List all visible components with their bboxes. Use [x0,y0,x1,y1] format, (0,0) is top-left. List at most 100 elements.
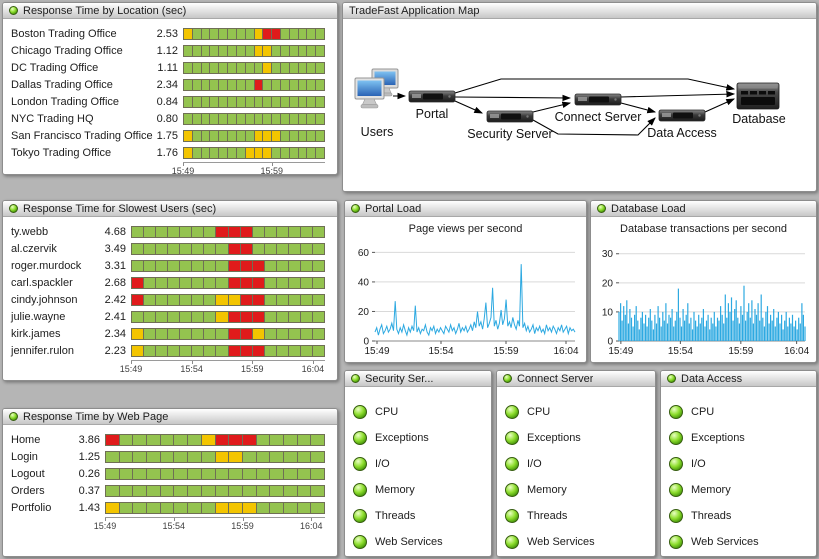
heat-cell [297,451,312,463]
panel-response-time-by-location: Response Time by Location (sec) Boston T… [2,2,338,175]
heat-strip [105,434,325,446]
metric-item-exceptions[interactable]: Exceptions [353,425,483,451]
svg-text:15:59: 15:59 [728,346,753,357]
heat-strip [131,294,325,306]
metric-item-i-o[interactable]: I/O [353,451,483,477]
map-node-label: Database [732,112,786,126]
heat-cell [312,226,325,238]
heat-cell [160,502,175,514]
panel-portal-load: Portal Load Page views per second 020406… [344,200,587,363]
metric-item-web-services[interactable]: Web Services [353,529,483,555]
heat-cell [242,468,257,480]
metric-item-web-services[interactable]: Web Services [669,529,808,555]
metric-row: Orders0.37 [11,482,325,499]
metric-row: cindy.johnson2.42 [11,291,325,308]
metric-item-memory[interactable]: Memory [669,477,808,503]
metric-row: al.czervik 3.49 [11,240,325,257]
svg-text:20: 20 [358,307,370,318]
metric-item-exceptions[interactable]: Exceptions [669,425,808,451]
heat-cell [283,434,298,446]
heat-strip [183,45,325,57]
heat-cell [310,502,325,514]
heat-cell [173,451,188,463]
panel-header[interactable]: Response Time for Slowest Users (sec) [3,201,337,217]
panel-title: Security Ser... [365,373,433,385]
metric-value: 2.68 [96,277,126,289]
heat-cell [201,468,216,480]
metric-item-cpu[interactable]: CPU [353,399,483,425]
heat-cell [119,468,134,480]
status-led-icon [353,405,367,419]
metric-value: 4.68 [96,226,126,238]
metric-value: 1.76 [150,147,178,159]
map-node-data-access[interactable]: Data Access [647,110,716,140]
map-node-portal[interactable]: Portal [409,91,455,121]
heat-cell [297,485,312,497]
metric-row: Tokyo Trading Office1.76 [11,144,325,161]
map-node-security-server[interactable]: Security Server [467,111,552,141]
metric-row: Dallas Trading Office2.34 [11,76,325,93]
metric-item-label: CPU [375,406,398,418]
panel-header[interactable]: Security Ser... [345,371,491,387]
map-node-users[interactable]: Users [355,69,398,139]
time-axis: 15:4915:59 [183,162,325,175]
heat-cell [187,434,202,446]
status-led-icon [353,509,367,523]
metric-item-threads[interactable]: Threads [669,503,808,529]
map-node-label: Data Access [647,126,716,140]
metric-item-threads[interactable]: Threads [353,503,483,529]
status-led-icon [505,431,519,445]
metric-item-i-o[interactable]: I/O [669,451,808,477]
metric-item-threads[interactable]: Threads [505,503,647,529]
data-access-metric-list: CPU Exceptions I/OMemoryThreads Web Service… [661,387,816,555]
heat-cell [256,502,271,514]
heat-cell [215,502,230,514]
panel-header[interactable]: Portal Load [345,201,586,217]
metric-value: 3.86 [68,434,100,446]
metric-item-web-services[interactable]: Web Services [505,529,647,555]
heat-cell [315,79,325,91]
heat-cell [256,434,271,446]
panel-header[interactable]: Data Access [661,371,816,387]
heat-cell [269,502,284,514]
database-load-chart: 010203015:4915:5415:5916:04 [591,237,814,359]
map-node-database[interactable]: Database [732,83,786,126]
heat-cell [228,485,243,497]
svg-text:16:04: 16:04 [553,346,578,357]
status-led-icon [353,535,367,549]
panel-header[interactable]: Response Time by Location (sec) [3,3,337,19]
metric-item-exceptions[interactable]: Exceptions [505,425,647,451]
users-icon [355,69,398,108]
heat-cell [269,468,284,480]
heat-cell [105,485,120,497]
heat-cell [283,468,298,480]
metric-item-cpu[interactable]: CPU [669,399,808,425]
panel-application-map: TradeFast Application Map [342,2,817,192]
metric-label: NYC Trading HQ [11,113,145,125]
panel-header[interactable]: Database Load [591,201,816,217]
heat-cell [132,502,147,514]
heat-cell [215,485,230,497]
heat-cell [256,485,271,497]
panel-header[interactable]: Response Time by Web Page [3,409,337,425]
metric-item-label: Memory [375,484,415,496]
slowest-users-rows: ty.webb4.68al.czervik3.49roger.murdock3.… [3,217,337,375]
metric-label: al.czervik [11,243,91,255]
metric-value: 3.49 [96,243,126,255]
status-led-icon [597,204,606,213]
panel-header[interactable]: Connect Server [497,371,655,387]
heat-strip [183,28,325,40]
metric-item-memory[interactable]: Memory [353,477,483,503]
heat-strip [131,345,325,357]
metric-item-label: Exceptions [691,432,745,444]
metric-item-memory[interactable]: Memory [505,477,647,503]
metric-item-i-o[interactable]: I/O [505,451,647,477]
heat-cell [312,243,325,255]
status-led-icon [351,374,360,383]
metric-item-label: Web Services [691,536,759,548]
metric-item-cpu[interactable]: CPU [505,399,647,425]
panel-header[interactable]: TradeFast Application Map [343,3,816,19]
security-server-metric-list: CPU ExceptionsI/O Memory ThreadsWeb Service… [345,387,491,555]
heat-cell [132,434,147,446]
metric-label: kirk.james [11,328,91,340]
